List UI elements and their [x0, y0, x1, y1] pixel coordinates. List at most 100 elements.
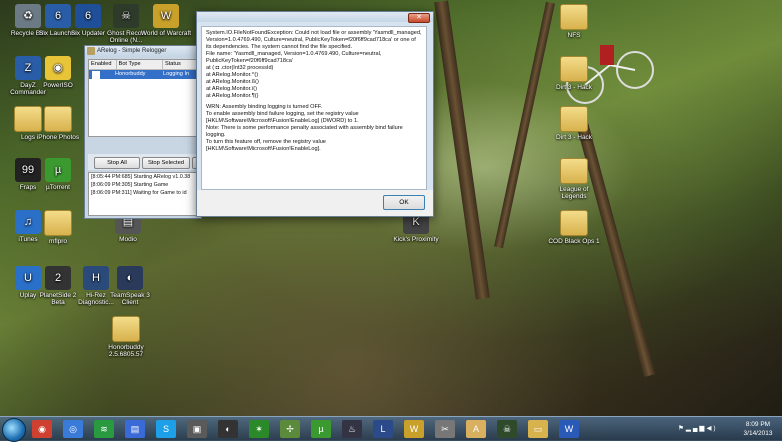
six-updater-icon: 6: [75, 4, 101, 28]
desktop-icon-label: iPhone Photos: [36, 134, 80, 141]
clock[interactable]: 8:09 PM 3/14/2013: [738, 420, 778, 438]
spotify-icon[interactable]: ≋: [94, 420, 114, 438]
network-icon[interactable]: ✢: [280, 420, 300, 438]
error-message-box: System.IO.FileNotFoundException: Could n…: [201, 26, 427, 190]
desktop-icon-label: Dirt 3 - Hack: [555, 134, 593, 141]
stop-all-button[interactable]: Stop All: [94, 157, 140, 169]
folder-icon: [112, 316, 140, 342]
desktop-icon-label: µTorrent: [46, 184, 70, 191]
log-line: [8:06:09 PM:305] Starting Game: [91, 182, 169, 188]
word-icon[interactable]: W: [559, 420, 579, 438]
enabled-checkbox[interactable]: [92, 71, 100, 79]
warning-text: WRN: Assembly binding logging is turned …: [206, 103, 403, 152]
desktop-icon-label: PowerISO: [43, 82, 73, 89]
desktop-icon-label: Dirt 3 - Hack: [555, 84, 593, 91]
wow-taskbar-icon[interactable]: W: [404, 420, 424, 438]
poweriso-icon: ◉: [45, 56, 71, 80]
windows-explorer-icon[interactable]: ▤: [125, 420, 145, 438]
launcher-icon[interactable]: ◎: [63, 420, 83, 438]
desktop-icon[interactable]: League of Legends: [548, 158, 600, 201]
tree-trunk: [494, 1, 555, 249]
desktop-icon-label: NFS: [567, 32, 581, 39]
desktop-icon[interactable]: Honorbuddy 2.5.6805.57: [100, 316, 152, 359]
tray-icons: ⚑▂▄▆◀): [678, 424, 718, 432]
desktop-icon[interactable]: mflpro: [32, 210, 84, 245]
error-dialog-footer: OK: [197, 190, 433, 216]
ghost-taskbar-icon[interactable]: ☠: [497, 420, 517, 438]
folder-icon: [560, 56, 588, 82]
desktop-icon[interactable]: iPhone Photos: [32, 106, 84, 141]
wow-icon: W: [153, 4, 179, 28]
arelog-titlebar[interactable]: ARelog - Simple Relogger: [85, 46, 201, 56]
clock-date: 3/14/2013: [743, 430, 773, 437]
desktop-icon-label: TeamSpeak 3 Client: [110, 292, 150, 307]
enabled-cell: [89, 70, 113, 79]
desktop-icon[interactable]: W World of Warcraft: [140, 4, 192, 37]
stop-selected-button[interactable]: Stop Selected: [142, 157, 190, 169]
bot-grid[interactable]: Enabled Bot Type Status Honorbuddy Loggi…: [88, 59, 201, 137]
skype-icon[interactable]: S: [156, 420, 176, 438]
desktop-icon[interactable]: COD Black Ops 1: [548, 210, 600, 245]
clock-time: 8:09 PM: [745, 421, 771, 428]
column-status[interactable]: Status: [163, 60, 200, 69]
desktop-icon-label: Modio: [119, 236, 137, 243]
desktop-icon-label: League of Legends: [559, 186, 589, 201]
exception-text: System.IO.FileNotFoundException: Could n…: [206, 30, 422, 99]
log-panel[interactable]: [8:05:44 PM:685] Starting ARelog v1.0.38…: [88, 172, 201, 216]
arelog-taskbar-icon[interactable]: A: [466, 420, 486, 438]
error-dialog-titlebar[interactable]: ✕: [197, 12, 433, 23]
flag-icon[interactable]: ⚑: [678, 425, 686, 432]
teamspeak-icon: ◐: [117, 266, 143, 290]
arelog-title: ARelog - Simple Relogger: [97, 48, 167, 54]
utorrent-taskbar-icon[interactable]: µ: [311, 420, 331, 438]
error-dialog[interactable]: ✕ System.IO.FileNotFoundException: Could…: [196, 11, 434, 217]
desktop-icon[interactable]: ◉ PowerISO: [32, 56, 84, 89]
desktop-icon[interactable]: Dirt 3 - Hack: [548, 56, 600, 91]
explorer-folder-icon[interactable]: ▭: [528, 420, 548, 438]
desktop-icon-label: Honorbuddy 2.5.6805.57: [108, 344, 144, 359]
planetside-icon: 2: [45, 266, 71, 290]
folder-icon: [44, 106, 72, 132]
league-icon[interactable]: L: [373, 420, 393, 438]
arelog-window[interactable]: ARelog - Simple Relogger Enabled Bot Typ…: [84, 45, 206, 219]
desktop-icon[interactable]: ◐ TeamSpeak 3 Client: [104, 266, 156, 307]
ok-button[interactable]: OK: [383, 195, 425, 210]
folder-icon: [560, 210, 588, 236]
log-line: [8:05:44 PM:685] Starting ARelog v1.0.38: [91, 174, 191, 180]
ghost-recon-icon: ☠: [113, 4, 139, 28]
desktop-icon[interactable]: Dirt 3 - Hack: [548, 106, 600, 141]
close-button[interactable]: ✕: [408, 13, 430, 23]
folder-icon: [44, 210, 72, 236]
app-icon[interactable]: ▣: [187, 420, 207, 438]
column-bot-type[interactable]: Bot Type: [117, 60, 163, 69]
bot-type-cell: Honorbuddy: [115, 71, 146, 77]
desktop-icon-label: COD Black Ops 1: [548, 238, 600, 245]
desktop-icon-label: World of Warcraft: [140, 30, 192, 37]
tools-icon[interactable]: ✂: [435, 420, 455, 438]
steam-icon[interactable]: ♨: [342, 420, 362, 438]
chrome-icon[interactable]: ◉: [32, 420, 52, 438]
utorrent-icon: µ: [45, 158, 71, 182]
folder-icon: [560, 158, 588, 184]
column-enabled[interactable]: Enabled: [89, 60, 117, 69]
volume-icon[interactable]: ◀): [706, 425, 717, 432]
desktop-icon-label: Kick's Proximity: [393, 236, 439, 243]
system-tray: ⚑▂▄▆◀) 8:09 PM 3/14/2013: [678, 419, 778, 439]
arelog-button-bar: Stop All Stop Selected: [88, 154, 206, 170]
arelog-app-icon: [87, 47, 95, 55]
razer-icon[interactable]: ✶: [249, 420, 269, 438]
taskbar: ◉ ◎ ≋ ▤ S ▣ ◐ ✶ ✢ µ ♨ L W ✂ A ☠ ▭ W ⚑▂▄▆◀) 8:09 PM 3/14/2…: [0, 416, 782, 442]
desktop-icon[interactable]: µ µTorrent: [32, 158, 84, 191]
folder-icon: [560, 4, 588, 30]
log-line: [8:06:09 PM:311] Waiting for Game to id: [91, 190, 187, 196]
origin-icon[interactable]: ◐: [218, 420, 238, 438]
tree-trunk: [434, 0, 490, 300]
folder-icon: [560, 106, 588, 132]
desktop-icon-label: mflpro: [48, 238, 68, 245]
start-button[interactable]: [2, 418, 26, 442]
network-icon[interactable]: ▂▄▆: [686, 425, 707, 432]
status-cell: Logging In: [163, 71, 190, 77]
bot-grid-header: Enabled Bot Type Status: [89, 60, 200, 70]
desktop-icon[interactable]: NFS: [548, 4, 600, 39]
table-row[interactable]: Honorbuddy Logging In: [89, 70, 200, 79]
